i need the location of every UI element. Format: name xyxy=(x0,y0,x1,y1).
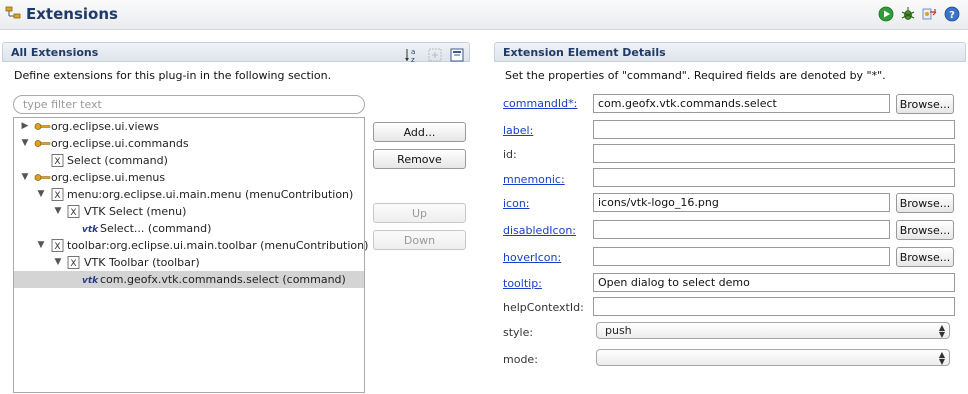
tree-node-label: VTK Select (menu) xyxy=(84,205,187,218)
id-label: id: xyxy=(503,148,517,161)
tree-node-org-eclipse-ui-commands[interactable]: ▼ org.eclipse.ui.commands xyxy=(14,135,364,152)
mnemonic-field[interactable] xyxy=(593,168,955,187)
tree-node-vtk-select-menu[interactable]: ▼ X VTK Select (menu) xyxy=(14,203,364,220)
left-description: Define extensions for this plug-in in th… xyxy=(14,69,332,82)
commandid-browse-button[interactable]: Browse... xyxy=(896,94,954,114)
element-x-icon: X xyxy=(67,205,80,218)
style-select[interactable]: push ▲ ▼ xyxy=(596,322,950,339)
tree-node-label: toolbar:org.eclipse.ui.main.toolbar (men… xyxy=(67,239,369,252)
expand-all-icon xyxy=(428,48,442,62)
tree-node-geofx-select-command[interactable]: vtk com.geofx.vtk.commands.select (comma… xyxy=(14,271,364,288)
icon-link[interactable]: icon: xyxy=(503,197,530,210)
down-button[interactable]: Down xyxy=(373,230,466,250)
icon-field[interactable] xyxy=(593,193,890,212)
tree-node-vtk-toolbar[interactable]: ▼ X VTK Toolbar (toolbar) xyxy=(14,254,364,271)
remove-button[interactable]: Remove xyxy=(373,149,466,169)
tooltip-link[interactable]: tooltip: xyxy=(503,277,542,290)
svg-text:X: X xyxy=(54,242,60,252)
tree-node-menu-contribution[interactable]: ▼ X menu:org.eclipse.ui.main.menu (menuC… xyxy=(14,186,364,203)
page-title: Extensions xyxy=(26,5,118,23)
all-extensions-section-header: All Extensions xyxy=(2,42,470,62)
tree-node-select-command[interactable]: X Select (command) xyxy=(14,152,364,169)
tree-node-label: org.eclipse.ui.menus xyxy=(51,171,166,184)
element-x-icon: X xyxy=(51,239,64,252)
extensions-tree[interactable]: ▶ org.eclipse.ui.views ▼ org.eclipse.ui.… xyxy=(13,117,369,393)
filter-input[interactable] xyxy=(13,95,365,114)
disabledicon-link[interactable]: disabledIcon: xyxy=(503,224,576,237)
collapse-toggle-icon[interactable]: ▼ xyxy=(36,237,46,254)
mode-label: mode: xyxy=(503,353,538,366)
vtk-logo-icon: vtk xyxy=(82,276,99,286)
tree-node-label: Select... (command) xyxy=(100,222,212,235)
hovericon-browse-button[interactable]: Browse... xyxy=(896,247,954,267)
svg-text:a: a xyxy=(411,48,415,56)
tree-node-toolbar-contribution[interactable]: ▼ X toolbar:org.eclipse.ui.main.toolbar … xyxy=(14,237,369,254)
label-field[interactable] xyxy=(593,120,955,139)
svg-text:X: X xyxy=(54,157,60,167)
extension-point-icon xyxy=(34,140,51,147)
commandid-field[interactable] xyxy=(593,94,890,113)
export-wizard-icon[interactable] xyxy=(921,6,937,22)
editor-header: Extensions ? xyxy=(0,0,968,30)
element-details-section-header: Extension Element Details xyxy=(494,42,966,62)
section-title: Extension Element Details xyxy=(503,46,666,59)
extensions-icon xyxy=(5,6,21,19)
debug-icon[interactable] xyxy=(900,6,916,22)
up-button[interactable]: Up xyxy=(373,203,466,223)
tree-node-org-eclipse-ui-menus[interactable]: ▼ org.eclipse.ui.menus xyxy=(14,169,364,186)
svg-text:vtk: vtk xyxy=(82,225,99,235)
collapse-all-icon[interactable] xyxy=(449,47,465,63)
collapse-toggle-icon[interactable]: ▼ xyxy=(36,186,46,203)
section-title: All Extensions xyxy=(11,46,99,59)
hovericon-link[interactable]: hoverIcon: xyxy=(503,251,561,264)
disabledicon-browse-button[interactable]: Browse... xyxy=(896,220,954,240)
select-arrows-icon: ▲ ▼ xyxy=(938,323,945,339)
svg-text:X: X xyxy=(54,191,60,201)
element-x-icon: X xyxy=(51,188,64,201)
svg-text:vtk: vtk xyxy=(82,276,99,286)
tree-node-label: Select (command) xyxy=(67,154,168,167)
element-x-icon: X xyxy=(67,256,80,269)
right-description: Set the properties of "command". Require… xyxy=(505,69,886,82)
style-label: style: xyxy=(503,326,534,339)
run-icon[interactable] xyxy=(878,6,894,22)
tree-node-select-ellipsis-command[interactable]: vtk Select... (command) xyxy=(14,220,364,237)
help-icon[interactable]: ? xyxy=(944,6,960,22)
add-button[interactable]: Add... xyxy=(373,122,466,142)
helpcontextid-label: helpContextId: xyxy=(503,301,584,314)
mnemonic-link[interactable]: mnemonic: xyxy=(503,173,565,186)
select-arrows-icon: ▲ ▼ xyxy=(938,350,945,366)
vtk-logo-icon: vtk xyxy=(82,225,99,235)
disabledicon-field[interactable] xyxy=(593,220,890,239)
mode-select[interactable]: ▲ ▼ xyxy=(596,349,950,366)
collapse-toggle-icon[interactable]: ▼ xyxy=(20,135,30,152)
tree-node-label: org.eclipse.ui.views xyxy=(51,120,160,133)
collapse-toggle-icon[interactable]: ▼ xyxy=(53,203,63,220)
style-selected-value: push xyxy=(605,324,632,337)
collapse-toggle-icon[interactable]: ▼ xyxy=(53,254,63,271)
sort-az-icon[interactable]: a z xyxy=(404,47,420,63)
hovericon-field[interactable] xyxy=(593,247,890,266)
tree-node-org-eclipse-ui-views[interactable]: ▶ org.eclipse.ui.views xyxy=(14,118,364,135)
icon-browse-button[interactable]: Browse... xyxy=(896,193,954,213)
extension-point-icon xyxy=(34,174,51,181)
svg-text:X: X xyxy=(70,208,76,218)
tree-node-label: menu:org.eclipse.ui.main.menu (menuContr… xyxy=(67,188,354,201)
element-x-icon: X xyxy=(51,154,64,167)
svg-text:?: ? xyxy=(949,10,955,21)
collapse-toggle-icon[interactable]: ▼ xyxy=(20,169,30,186)
commandid-link[interactable]: commandId*: xyxy=(503,97,577,110)
tree-node-label: org.eclipse.ui.commands xyxy=(51,137,189,150)
tooltip-field[interactable] xyxy=(593,273,955,292)
expand-toggle-icon[interactable]: ▶ xyxy=(20,118,30,135)
id-field[interactable] xyxy=(593,144,955,163)
svg-text:X: X xyxy=(70,259,76,269)
tree-node-label: com.geofx.vtk.commands.select (command) xyxy=(100,273,346,286)
label-link[interactable]: label: xyxy=(503,124,533,137)
svg-text:z: z xyxy=(411,56,415,63)
tree-node-label: VTK Toolbar (toolbar) xyxy=(84,256,200,269)
helpcontextid-field[interactable] xyxy=(593,297,955,316)
extension-point-icon xyxy=(34,123,51,130)
